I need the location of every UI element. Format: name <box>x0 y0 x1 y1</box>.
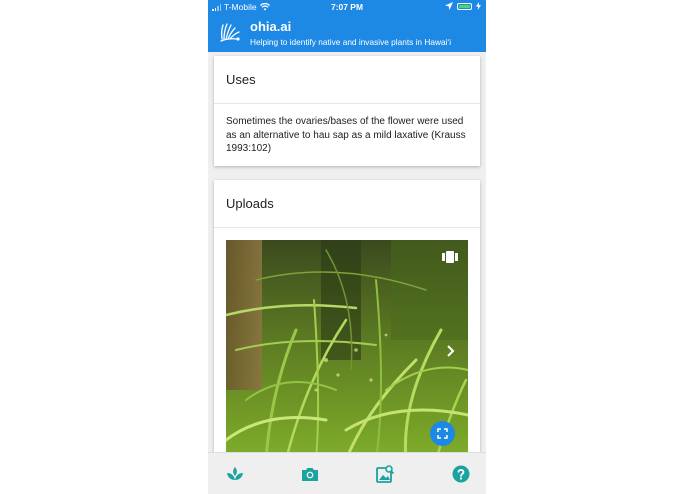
app-subtitle: Helping to identify native and invasive … <box>250 37 452 47</box>
uses-card: Uses Sometimes the ovaries/bases of the … <box>214 56 480 166</box>
location-icon <box>445 2 453 10</box>
app-bar: ohia.ai Helping to identify native and i… <box>208 14 486 52</box>
help-icon <box>452 465 470 483</box>
charging-icon <box>476 2 481 10</box>
gallery-icon[interactable] <box>442 250 458 264</box>
ohia-logo-icon <box>220 23 240 42</box>
chevron-right-icon[interactable] <box>444 344 456 358</box>
app-title: ohia.ai <box>250 19 292 34</box>
nav-image-search-button[interactable] <box>375 464 395 484</box>
uses-heading: Uses <box>214 56 480 104</box>
uploads-card: Uploads <box>214 180 480 460</box>
bottom-nav <box>208 452 486 494</box>
fullscreen-button[interactable] <box>430 421 455 446</box>
nav-plants-button[interactable] <box>225 464 245 484</box>
plant-icon <box>227 467 243 480</box>
nav-camera-button[interactable] <box>300 464 320 484</box>
fullscreen-icon <box>437 428 448 439</box>
uses-text: Sometimes the ovaries/bases of the flowe… <box>226 116 466 154</box>
status-bar: T-Mobile 7:07 PM <box>208 0 486 14</box>
image-search-icon <box>376 465 395 483</box>
status-right <box>445 2 481 10</box>
upload-image-viewer[interactable] <box>226 240 468 460</box>
phone-screen: T-Mobile 7:07 PM ohia.ai Helping to iden… <box>208 0 486 494</box>
uploads-heading: Uploads <box>214 180 480 228</box>
battery-icon <box>457 2 472 10</box>
nav-help-button[interactable] <box>451 464 471 484</box>
camera-icon <box>302 468 318 481</box>
